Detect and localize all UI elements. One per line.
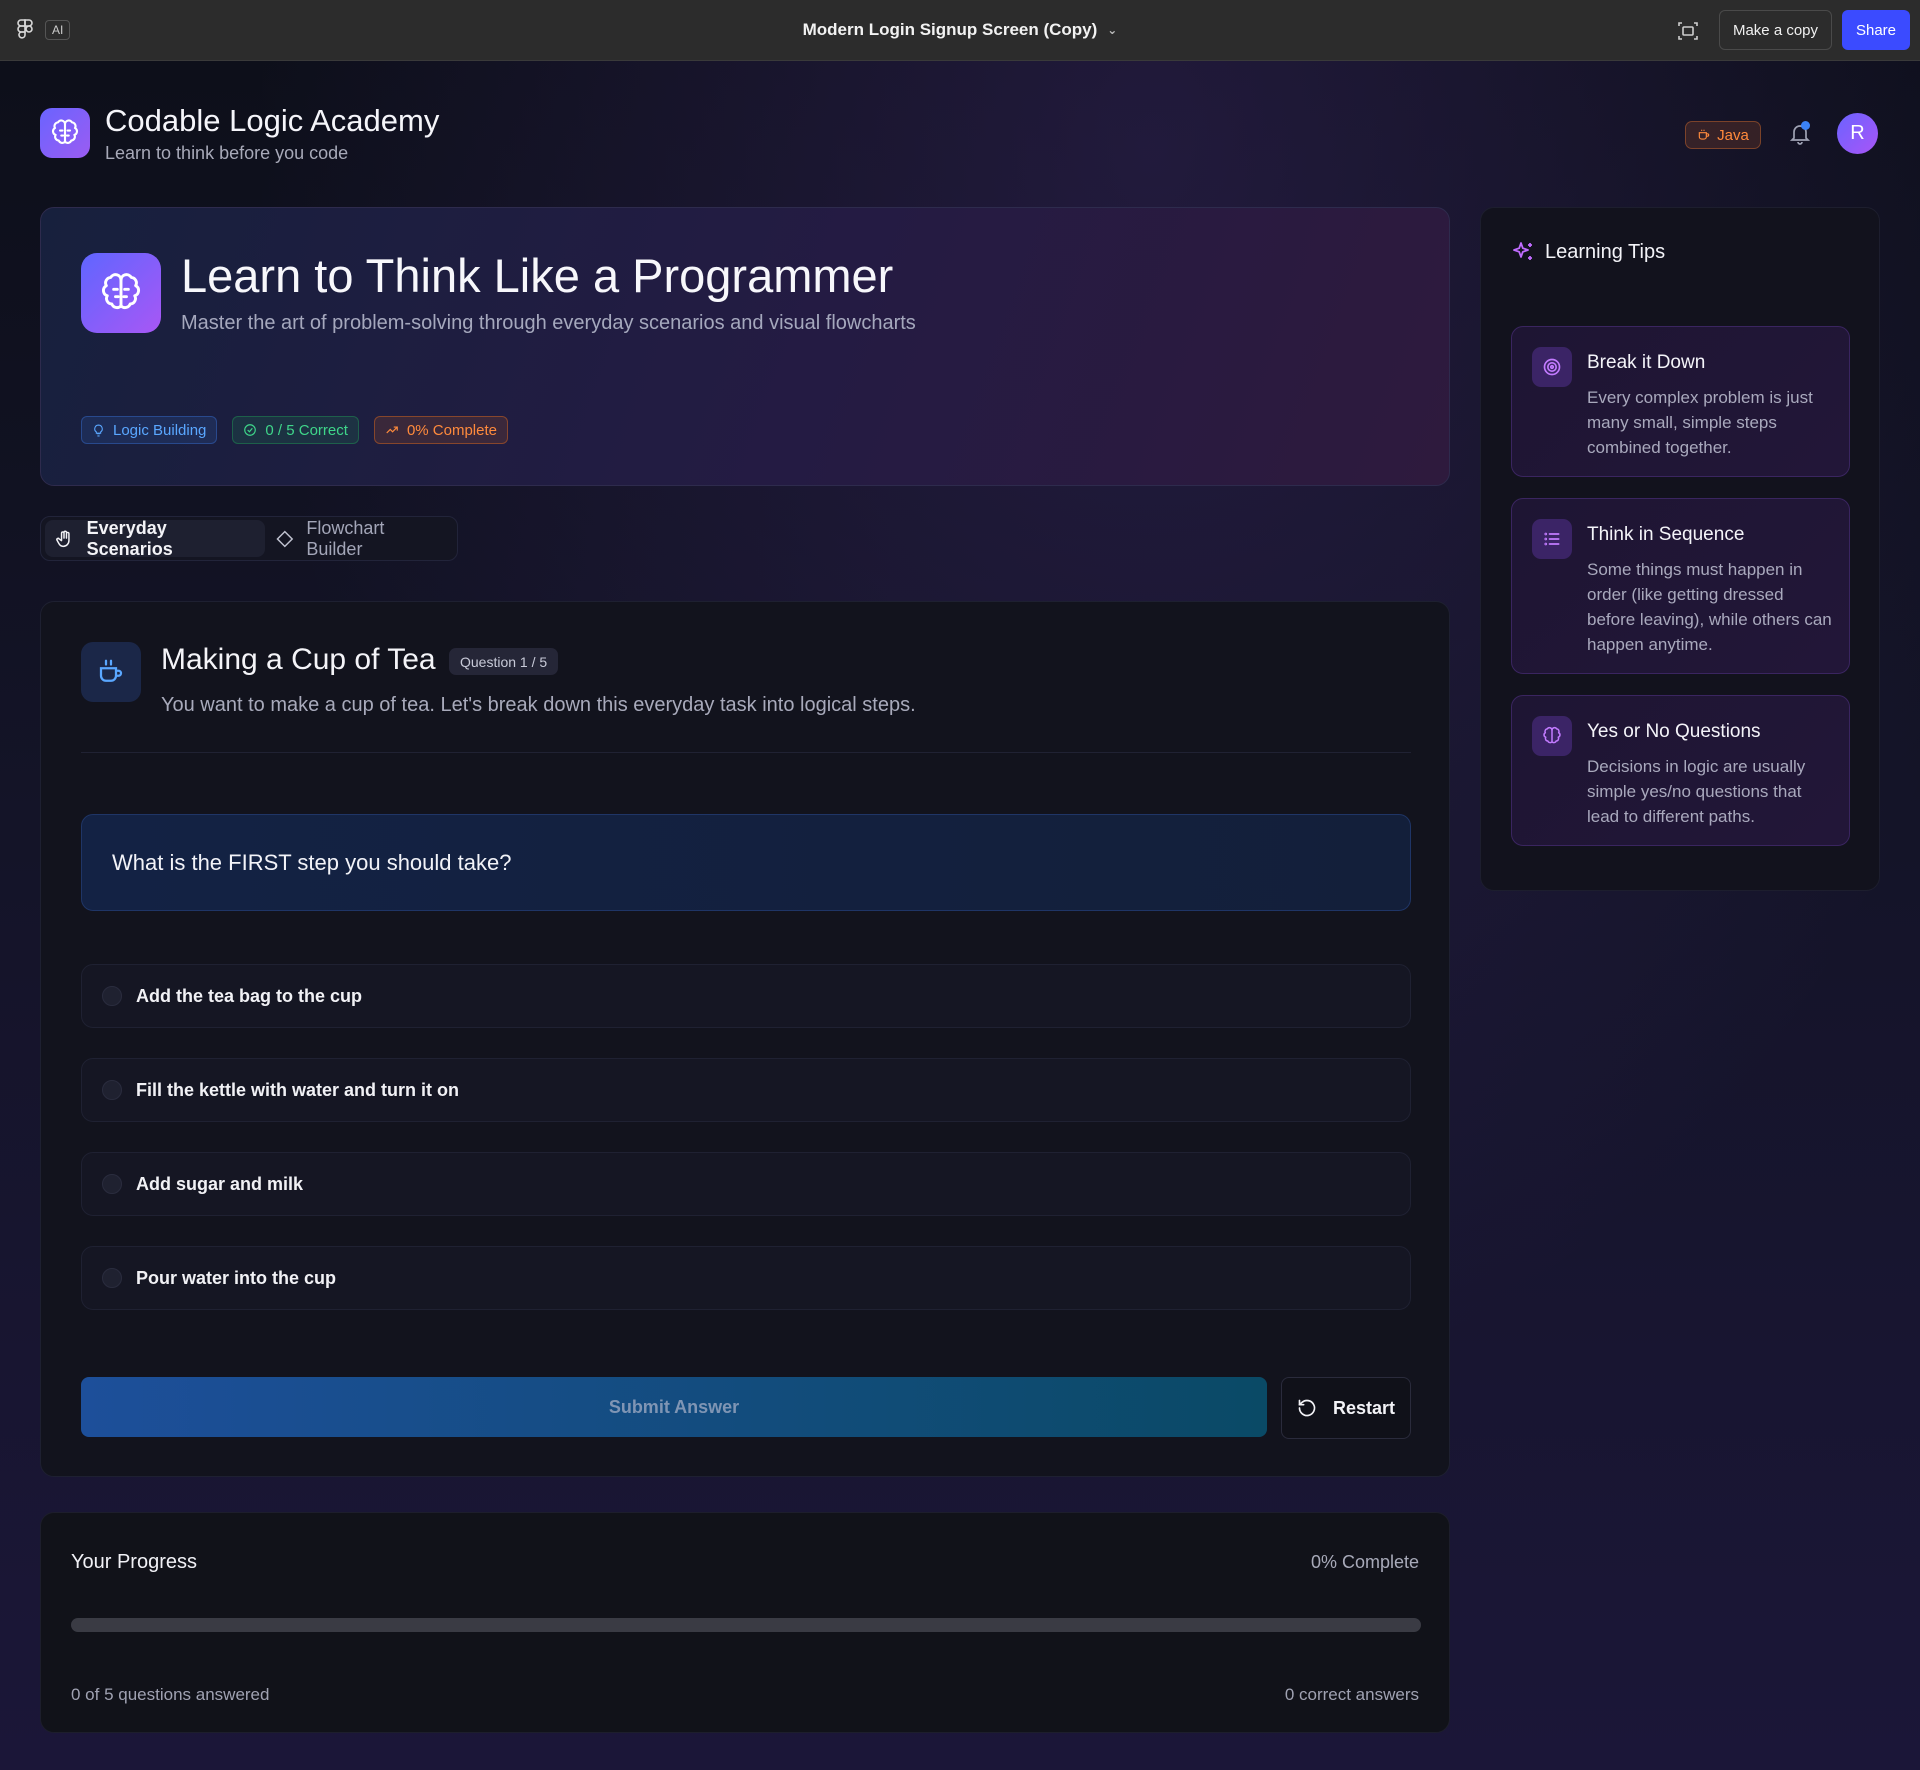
- question-card: Making a Cup of Tea Question 1 / 5 You w…: [40, 601, 1450, 1477]
- file-title-bar: Modern Login Signup Screen (Copy) ⌄: [0, 0, 1920, 60]
- tip-text: Every complex problem is just many small…: [1587, 388, 1813, 457]
- progress-bar: [71, 1618, 1421, 1632]
- tips-heading-label: Learning Tips: [1545, 240, 1666, 263]
- divider: [81, 752, 1411, 753]
- avatar[interactable]: R: [1837, 113, 1878, 154]
- list-icon: [1532, 519, 1572, 559]
- lightbulb-icon: [94, 424, 103, 436]
- question-prompt: What is the FIRST step you should take?: [81, 814, 1411, 911]
- question-counter-badge: Question 1 / 5: [449, 648, 559, 675]
- chip-label: 0% Complete: [406, 421, 497, 439]
- chip-label: Logic Building: [113, 421, 207, 439]
- language-badge[interactable]: Java: [1685, 121, 1761, 149]
- progress-percent: 0% Complete: [1310, 1552, 1419, 1572]
- status-chips: Logic Building 0 / 5 Correct 0% Complete: [81, 416, 508, 444]
- option-label: Fill the kettle with water and turn it o…: [136, 1079, 460, 1100]
- tab-label: Flowchart Builder: [306, 517, 385, 559]
- option-label: Pour water into the cup: [136, 1267, 337, 1288]
- tip-title: Break it Down: [1587, 352, 1706, 373]
- progress-title: Your Progress: [71, 1551, 197, 1573]
- tip-title: Yes or No Questions: [1587, 721, 1761, 742]
- radio-button[interactable]: [102, 1080, 122, 1100]
- answer-option[interactable]: Add sugar and milk: [81, 1152, 1411, 1216]
- progress-card: Your Progress 0% Complete 0 of 5 questio…: [40, 1512, 1450, 1733]
- chip-label: 0 / 5 Correct: [265, 421, 348, 439]
- question-title: Making a Cup of Tea: [161, 643, 436, 676]
- tip-title: Think in Sequence: [1587, 524, 1745, 545]
- completion-chip: 0% Complete: [373, 416, 508, 444]
- learning-tips-panel: Learning Tips Break it Down Every comple…: [1480, 207, 1880, 891]
- question-description: You want to make a cup of tea. Let's bre…: [161, 694, 916, 716]
- brain-icon: [81, 253, 161, 333]
- chevron-down-icon[interactable]: ⌄: [1107, 23, 1117, 37]
- brand-tagline: Learn to think before you code: [105, 143, 349, 163]
- rotate-ccw-icon: [1298, 1399, 1316, 1417]
- diamond-icon: [276, 530, 293, 547]
- tab-flowchart-builder[interactable]: Flowchart Builder: [265, 517, 453, 559]
- make-copy-button[interactable]: Make a copy: [1719, 10, 1832, 50]
- tip-card: Yes or No Questions Decisions in logic a…: [1511, 695, 1850, 846]
- present-icon[interactable]: [1676, 19, 1700, 43]
- logic-building-chip: Logic Building: [81, 416, 218, 444]
- hero-card: Learn to Think Like a Programmer Master …: [40, 207, 1450, 486]
- brain-icon: [40, 108, 90, 158]
- app-canvas: Codable Logic Academy Learn to think bef…: [0, 61, 1920, 1770]
- brain-icon: [1532, 716, 1572, 756]
- tip-text: Some things must happen in order (like g…: [1587, 560, 1832, 654]
- figma-toolbar: AI Modern Login Signup Screen (Copy) ⌄ M…: [0, 0, 1920, 61]
- submit-answer-button[interactable]: Submit Answer: [81, 1377, 1267, 1437]
- share-button[interactable]: Share: [1842, 10, 1910, 50]
- restart-label: Restart: [1332, 1397, 1396, 1418]
- radio-button[interactable]: [102, 1174, 122, 1194]
- tips-heading: Learning Tips: [1511, 240, 1665, 264]
- trending-up-icon: [386, 426, 398, 434]
- notification-dot: [1801, 121, 1810, 130]
- coffee-icon: [1698, 129, 1710, 140]
- correct-count-chip: 0 / 5 Correct: [232, 416, 359, 444]
- brand-name: Codable Logic Academy: [105, 103, 440, 138]
- language-label: Java: [1717, 126, 1749, 144]
- ai-button[interactable]: AI: [45, 20, 71, 40]
- page-subtitle: Master the art of problem-solving throug…: [181, 312, 916, 334]
- tip-card: Think in Sequence Some things must happe…: [1511, 498, 1850, 674]
- answered-count: 0 of 5 questions answered: [71, 1685, 270, 1704]
- tab-everyday-scenarios[interactable]: Everyday Scenarios: [45, 517, 265, 559]
- check-circle-icon: [244, 424, 257, 436]
- answer-option[interactable]: Pour water into the cup: [81, 1246, 1411, 1310]
- figma-menu-icon[interactable]: [16, 19, 34, 41]
- tab-label: Everyday Scenarios: [86, 517, 173, 559]
- coffee-icon: [81, 642, 141, 702]
- target-icon: [1532, 347, 1572, 387]
- tip-text: Decisions in logic are usually simple ye…: [1587, 757, 1806, 826]
- sparkles-icon: [1513, 242, 1532, 260]
- restart-button[interactable]: Restart: [1281, 1377, 1411, 1439]
- tip-card: Break it Down Every complex problem is j…: [1511, 326, 1850, 477]
- correct-count: 0 correct answers: [1284, 1685, 1419, 1704]
- option-label: Add sugar and milk: [136, 1173, 304, 1194]
- radio-button[interactable]: [102, 986, 122, 1006]
- option-label: Add the tea bag to the cup: [136, 985, 363, 1006]
- mode-tabs: Everyday Scenarios Flowchart Builder: [40, 516, 458, 561]
- page-title: Learn to Think Like a Programmer: [181, 249, 894, 302]
- answer-option[interactable]: Add the tea bag to the cup: [81, 964, 1411, 1028]
- answer-option[interactable]: Fill the kettle with water and turn it o…: [81, 1058, 1411, 1122]
- hand-icon: [56, 530, 70, 547]
- file-title[interactable]: Modern Login Signup Screen (Copy): [803, 20, 1098, 40]
- radio-button[interactable]: [102, 1268, 122, 1288]
